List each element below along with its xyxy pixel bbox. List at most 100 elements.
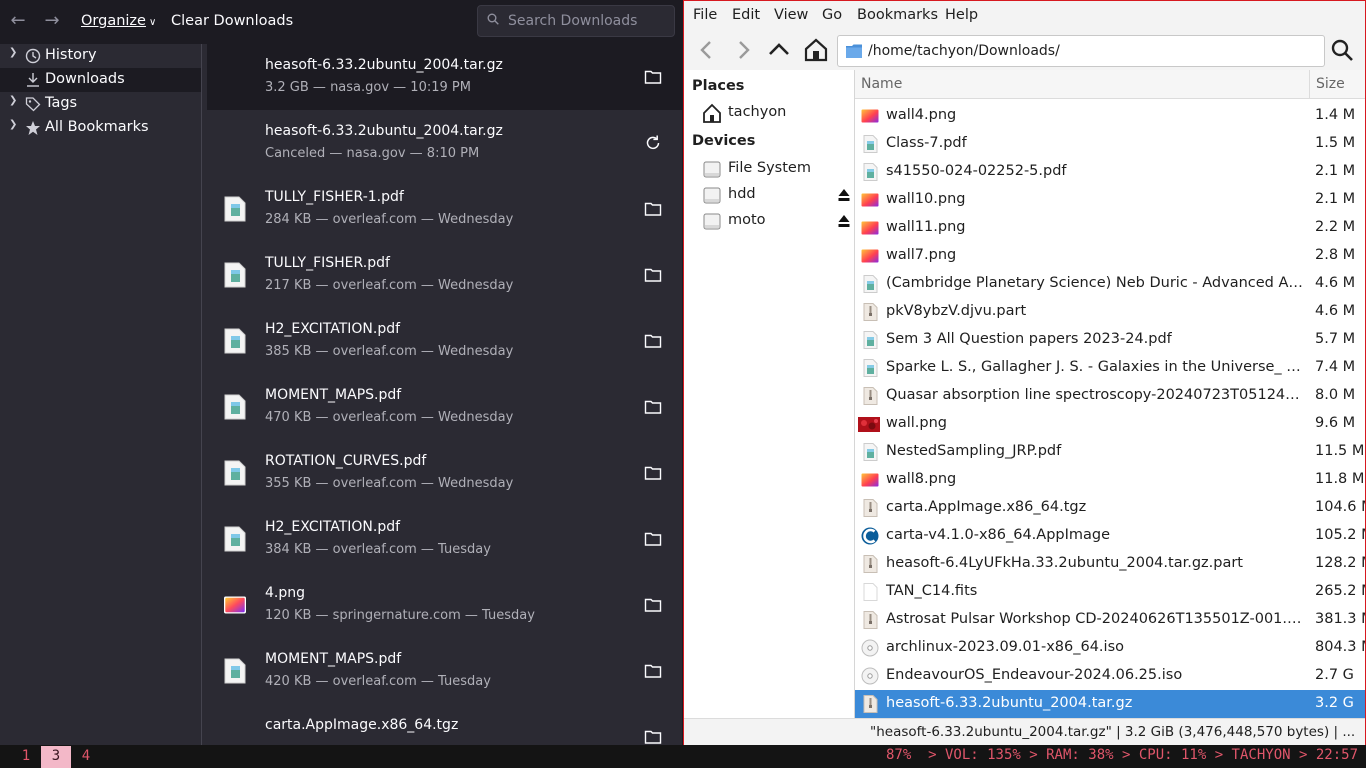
file-name: wall11.png (886, 219, 966, 235)
menu-help[interactable]: Help (945, 7, 978, 23)
chevron-right-icon[interactable]: ❯ (9, 119, 17, 130)
tree-item-tags[interactable]: ❯ Tags (0, 92, 201, 116)
status-bar: "heasoft-6.33.2ubuntu_2004.tar.gz" | 3.2… (684, 718, 1365, 745)
place-item-tachyon[interactable]: tachyon (684, 100, 854, 126)
file-row[interactable]: Astrosat Pulsar Workshop CD-20240626T135… (855, 606, 1365, 634)
search-downloads-input[interactable] (508, 11, 668, 31)
tree-item-history[interactable]: ❯ History (0, 44, 201, 68)
system-status: 87% > VOL: 135% > RAM: 38% > CPU: 11% > … (885, 747, 1358, 763)
file-row[interactable]: Sem 3 All Question papers 2023-24.pdf 5.7… (855, 326, 1365, 354)
chevron-right-icon[interactable]: ❯ (9, 47, 17, 58)
download-details: 284 KB — overleaf.com — Wednesday (265, 212, 514, 227)
file-row[interactable]: wall.png 9.6 M (855, 410, 1365, 438)
open-folder-icon[interactable] (644, 662, 662, 680)
file-size: 2.1 M (1315, 163, 1356, 179)
file-row[interactable]: heasoft-6.33.2ubuntu_2004.tar.gz 3.2 G (855, 690, 1365, 718)
file-row[interactable]: Sparke L. S., Gallagher J. S. - Galaxies… (855, 354, 1365, 382)
download-item[interactable]: heasoft-6.33.2ubuntu_2004.tar.gz 3.2 GB —… (207, 44, 682, 110)
open-folder-icon[interactable] (644, 266, 662, 284)
device-item-hdd[interactable]: hdd (684, 182, 854, 208)
workspace-4[interactable]: 4 (71, 746, 101, 768)
pdf-file-icon (863, 331, 878, 349)
download-item[interactable]: TULLY_FISHER-1.pdf 284 KB — overleaf.com … (207, 176, 682, 242)
download-item[interactable]: carta.AppImage.x86_64.tgz (207, 704, 682, 745)
device-item-file-system[interactable]: File System (684, 156, 854, 182)
pdf-file-icon (224, 526, 246, 552)
open-folder-icon[interactable] (644, 530, 662, 548)
size-column-header-cell[interactable]: Size (1309, 70, 1365, 98)
search-icon[interactable] (1330, 38, 1354, 62)
clear-downloads-button[interactable]: Clear Downloads (171, 13, 293, 29)
open-folder-icon[interactable] (644, 332, 662, 350)
organize-label: Organize (81, 13, 146, 29)
download-item[interactable]: MOMENT_MAPS.pdf 470 KB — overleaf.com — W… (207, 374, 682, 440)
file-row[interactable]: wall11.png 2.2 M (855, 214, 1365, 242)
file-name: (Cambridge Planetary Science) Neb Duric … (886, 275, 1306, 291)
download-item[interactable]: ROTATION_CURVES.pdf 355 KB — overleaf.com… (207, 440, 682, 506)
device-label: hdd (728, 186, 756, 202)
open-folder-icon[interactable] (644, 200, 662, 218)
download-filename: ROTATION_CURVES.pdf (265, 453, 427, 469)
name-column-header[interactable]: Name (861, 76, 902, 92)
file-row[interactable]: carta-v4.1.0-x86_64.AppImage 105.2 M (855, 522, 1365, 550)
forward-icon[interactable] (730, 36, 756, 64)
open-folder-icon[interactable] (644, 728, 662, 745)
organize-menu-button[interactable]: Organize ∨ (81, 13, 156, 29)
download-item[interactable]: H2_EXCITATION.pdf 384 KB — overleaf.com —… (207, 506, 682, 572)
menu-go[interactable]: Go (822, 7, 842, 23)
open-folder-icon[interactable] (644, 596, 662, 614)
up-icon[interactable] (766, 36, 792, 64)
places-heading: Places (692, 78, 745, 94)
file-row[interactable]: wall8.png 11.8 M (855, 466, 1365, 494)
file-row[interactable]: archlinux-2023.09.01-x86_64.iso 804.3 M (855, 634, 1365, 662)
disc-image-icon (861, 667, 879, 685)
tree-item-all-bookmarks[interactable]: ❯ All Bookmarks (0, 116, 201, 140)
open-folder-icon[interactable] (644, 68, 662, 86)
menu-bookmarks[interactable]: Bookmarks (857, 7, 938, 23)
menu-edit[interactable]: Edit (732, 7, 760, 23)
download-item[interactable]: heasoft-6.33.2ubuntu_2004.tar.gz Canceled… (207, 110, 682, 176)
retry-icon[interactable] (644, 134, 662, 152)
search-downloads-box[interactable] (477, 5, 675, 37)
file-row[interactable]: s41550-024-02252-5.pdf 2.1 M (855, 158, 1365, 186)
download-item[interactable]: MOMENT_MAPS.pdf 420 KB — overleaf.com — T… (207, 638, 682, 704)
file-size: 2.8 M (1315, 247, 1356, 263)
file-list: Name Size wall4.png 1.4 M Class-7.pdf 1.5 M… (855, 70, 1365, 745)
forward-arrow-icon[interactable]: → (40, 8, 64, 34)
file-row[interactable]: TAN_C14.fits 265.2 M (855, 578, 1365, 606)
workspace-1[interactable]: 1 (11, 746, 41, 768)
eject-icon[interactable] (838, 188, 850, 202)
file-row[interactable]: EndeavourOS_Endeavour-2024.06.25.iso 2.7 … (855, 662, 1365, 690)
download-item[interactable]: H2_EXCITATION.pdf 385 KB — overleaf.com —… (207, 308, 682, 374)
menu-file[interactable]: File (693, 7, 717, 23)
file-row[interactable]: Quasar absorption line spectroscopy-2024… (855, 382, 1365, 410)
tree-item-label: All Bookmarks (45, 119, 149, 135)
file-row[interactable]: pkV8ybzV.djvu.part 4.6 M (855, 298, 1365, 326)
file-row[interactable]: wall7.png 2.8 M (855, 242, 1365, 270)
device-item-moto[interactable]: moto (684, 208, 854, 234)
location-input[interactable] (868, 42, 1318, 60)
back-icon[interactable] (694, 36, 720, 64)
file-row[interactable]: (Cambridge Planetary Science) Neb Duric … (855, 270, 1365, 298)
file-row[interactable]: carta.AppImage.x86_64.tgz 104.6 M (855, 494, 1365, 522)
file-size: 9.6 M (1315, 415, 1356, 431)
menu-view[interactable]: View (774, 7, 808, 23)
download-item[interactable]: TULLY_FISHER.pdf 217 KB — overleaf.com — … (207, 242, 682, 308)
back-arrow-icon[interactable]: ← (6, 8, 30, 34)
download-item[interactable]: 4.png 120 KB — springernature.com — Tuesd… (207, 572, 682, 638)
eject-icon[interactable] (838, 214, 850, 228)
open-folder-icon[interactable] (644, 398, 662, 416)
open-folder-icon[interactable] (644, 464, 662, 482)
tree-item-downloads[interactable]: Downloads (0, 68, 201, 92)
chevron-right-icon[interactable]: ❯ (9, 95, 17, 106)
file-row[interactable]: Class-7.pdf 1.5 M (855, 130, 1365, 158)
workspace-3[interactable]: 3 (41, 746, 71, 768)
file-row[interactable]: wall10.png 2.1 M (855, 186, 1365, 214)
image-file-icon (861, 221, 879, 235)
file-row[interactable]: heasoft-6.4LyUFkHa.33.2ubuntu_2004.tar.g… (855, 550, 1365, 578)
file-row[interactable]: NestedSampling_JRP.pdf 11.5 M (855, 438, 1365, 466)
home-icon[interactable] (803, 36, 829, 64)
location-bar[interactable] (837, 35, 1325, 67)
file-row[interactable]: wall4.png 1.4 M (855, 102, 1365, 130)
disc-image-icon (861, 639, 879, 657)
